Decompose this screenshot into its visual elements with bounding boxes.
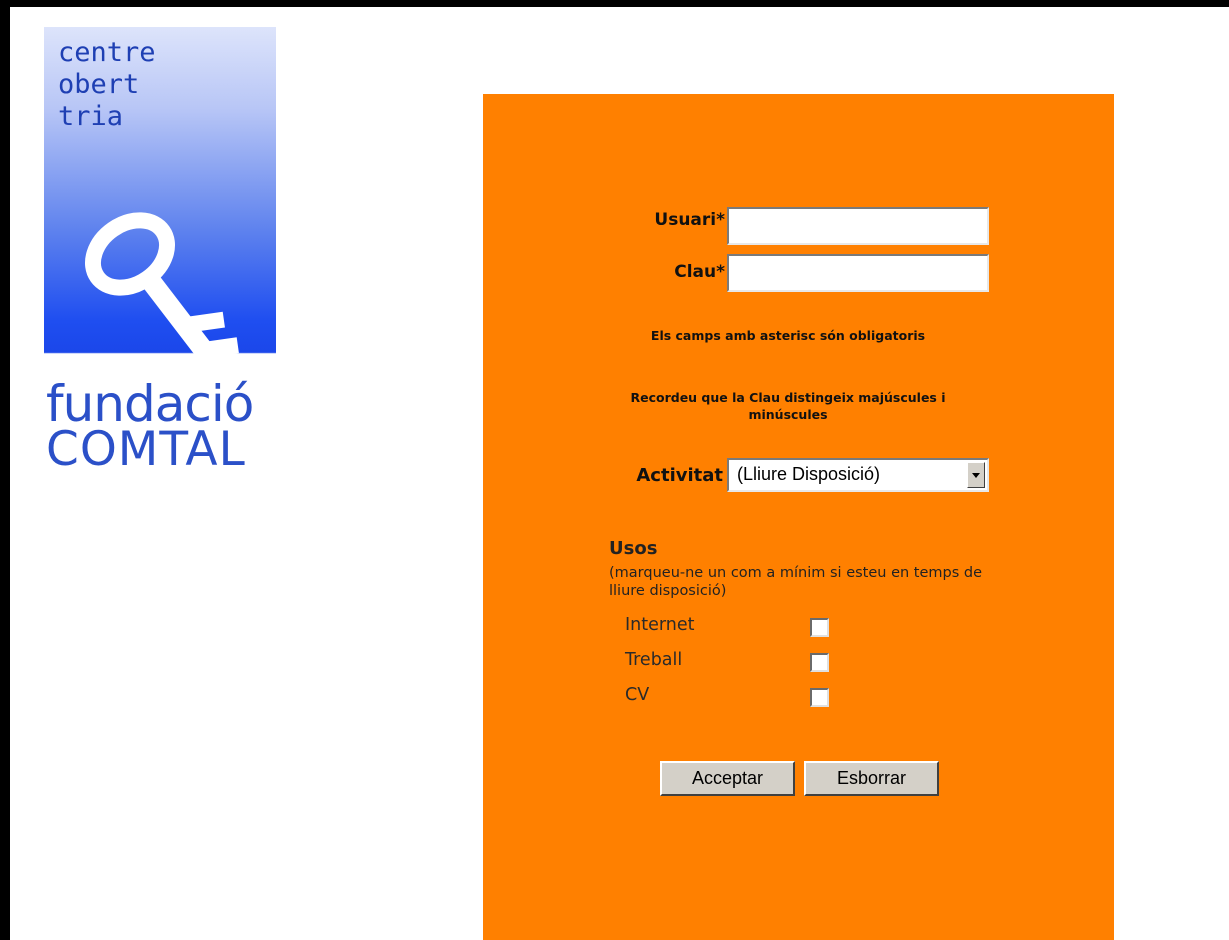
window-left-border (0, 0, 10, 940)
logo-brand-comtal: COMTAL (46, 422, 246, 477)
password-label: Clau* (674, 262, 725, 282)
reset-button[interactable]: Esborrar (804, 761, 939, 796)
fundacio-comtal-logo: centre obert tria fundació COMTAL (44, 27, 276, 479)
chevron-down-icon (972, 473, 980, 478)
logo-tagline-line3: tria (58, 101, 124, 132)
required-fields-note: Els camps amb asterisc són obligatoris (650, 328, 926, 343)
usos-option-treball-label: Treball (625, 650, 683, 670)
login-form-panel: Usuari* Clau* Els camps amb asterisc són… (483, 94, 1114, 940)
activity-selected-value: (Lliure Disposició) (737, 464, 881, 484)
usos-option-cv-label: CV (625, 685, 650, 705)
case-sensitive-note: Recordeu que la Clau distingeix majúscul… (630, 390, 946, 422)
logo-tagline-line2: obert (58, 69, 140, 100)
logo-tagline-line1: centre (58, 37, 156, 68)
usos-option-cv-checkbox[interactable] (810, 688, 829, 707)
activity-label: Activitat (636, 465, 723, 486)
window-top-border (0, 0, 1229, 7)
usos-option-treball-checkbox[interactable] (810, 653, 829, 672)
dropdown-arrow-button[interactable] (967, 462, 985, 488)
key-icon (84, 212, 239, 381)
password-input[interactable] (727, 254, 989, 292)
usos-heading: Usos (609, 538, 658, 559)
activity-select[interactable]: (Lliure Disposició) (727, 458, 989, 492)
user-label: Usuari* (654, 210, 725, 230)
usos-option-internet-label: Internet (625, 615, 695, 635)
user-input[interactable] (727, 207, 989, 245)
accept-button[interactable]: Acceptar (660, 761, 795, 796)
usos-hint: (marqueu-ne un com a mínim si esteu en t… (609, 565, 983, 599)
usos-option-internet-checkbox[interactable] (810, 618, 829, 637)
logo-tagline: centre obert tria (58, 37, 156, 133)
